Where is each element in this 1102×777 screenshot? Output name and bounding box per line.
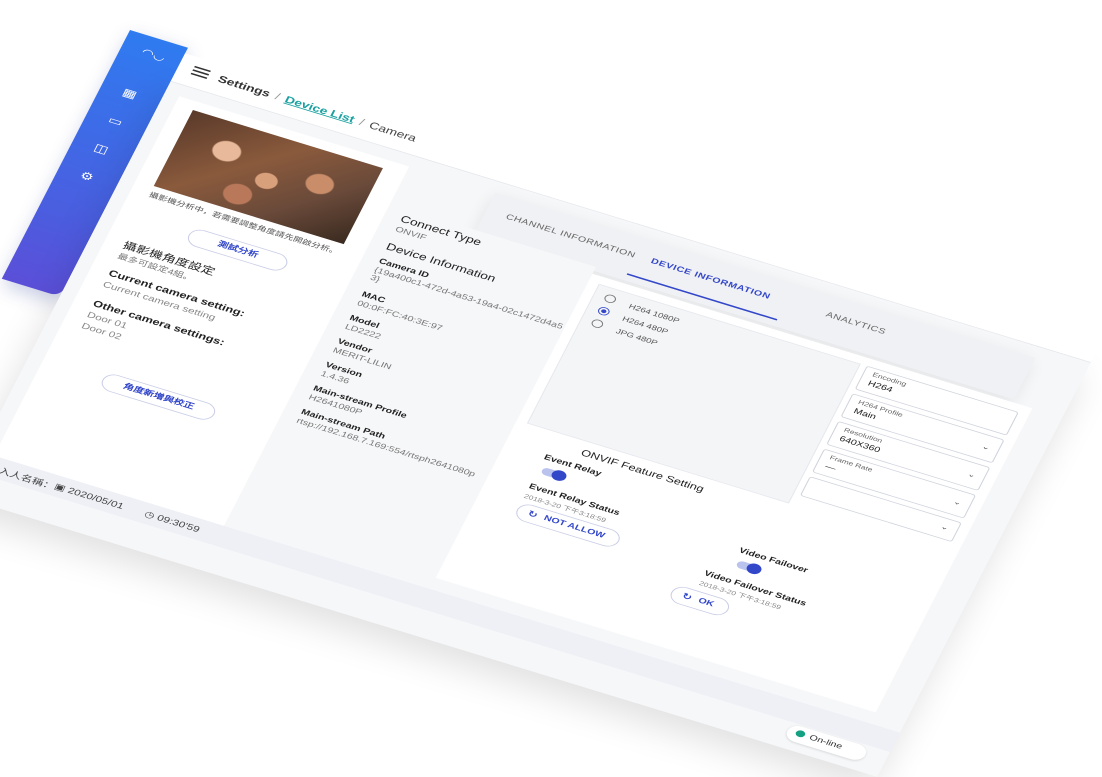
event-relay-toggle[interactable]: [540, 466, 566, 481]
video-failover-toggle[interactable]: [735, 560, 761, 574]
online-dot-icon: [794, 729, 807, 739]
grid-icon[interactable]: ▦: [118, 84, 142, 102]
book-icon[interactable]: ◫: [89, 139, 113, 157]
monitor-icon[interactable]: ▭: [103, 112, 127, 130]
refresh-icon: ↻: [525, 509, 540, 521]
tab-device-information[interactable]: DEVICE INFORMATION: [649, 257, 772, 301]
frame-rate-value: —: [823, 462, 838, 474]
ok-label: OK: [696, 596, 716, 609]
chevron-down-icon: ⌄: [939, 522, 951, 532]
chevron-down-icon: ⌄: [952, 497, 964, 507]
gear-icon[interactable]: ⚙: [75, 167, 99, 185]
radio-icon[interactable]: [602, 293, 618, 305]
main-area: Settings/Device List/Camera 攝影機分析中，若需要調整…: [0, 53, 1102, 777]
app-window: ◠◡ ▦ ▭ ◫ ⚙ Settings/Device List/Camera 攝…: [0, 30, 1102, 777]
breadcrumb-device-list[interactable]: Device List: [283, 94, 357, 125]
breadcrumb-settings: Settings: [215, 73, 273, 100]
breadcrumb-camera: Camera: [367, 119, 419, 144]
refresh-icon: ↻: [680, 591, 694, 603]
radio-icon[interactable]: [589, 318, 605, 330]
angle-calibrate-button[interactable]: 角度新增與校正: [98, 371, 219, 423]
tab-analytics[interactable]: ANALYTICS: [824, 311, 887, 337]
radio-selected-icon[interactable]: [596, 305, 612, 317]
logo-icon: ◠◡: [139, 45, 168, 64]
chevron-down-icon: ⌄: [980, 442, 992, 452]
chevron-down-icon: ⌄: [966, 469, 978, 480]
time-value: 09:30'59: [155, 513, 202, 535]
stage: ◠◡ ▦ ▭ ◫ ⚙ Settings/Device List/Camera 攝…: [0, 0, 1102, 777]
camera-id-value: {19a400c1-472d-4a53-19a4-02c1472d4a53}: [368, 266, 565, 332]
hamburger-icon[interactable]: [190, 65, 211, 81]
